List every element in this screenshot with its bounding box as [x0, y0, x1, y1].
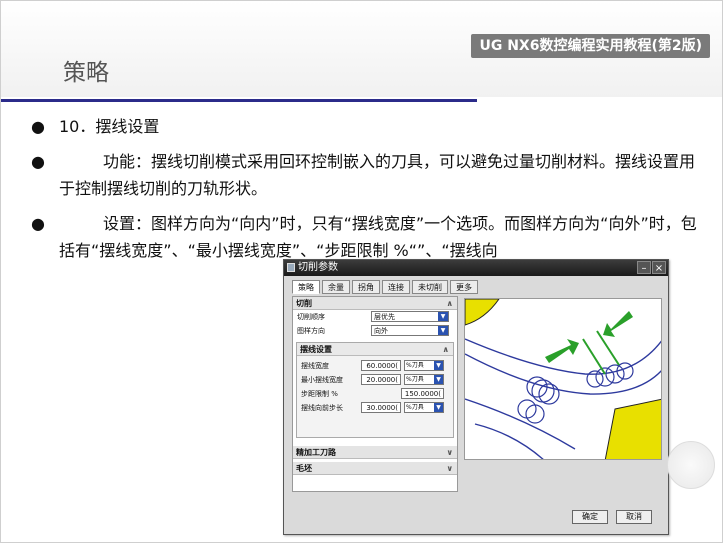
decorative-emblem-icon — [667, 441, 715, 489]
section-blank-label: 毛坯 — [296, 464, 312, 473]
cut-order-select[interactable]: 层优先 ▼ — [371, 311, 449, 322]
stepover-limit-row: 步距限制 % 150.0000( — [297, 387, 453, 401]
trochoid-illustration — [465, 299, 661, 459]
trochoid-width-label: 摆线宽度 — [301, 362, 329, 370]
page-title: 策略 — [63, 60, 109, 86]
parameters-panel: 切削 ∧ 切削顺序 层优先 ▼ 图样方向 向外 ▼ 摆线设置 ∧ 摆线宽度 60… — [292, 296, 458, 492]
trochoid-width-unit: %刀具 — [406, 362, 424, 369]
trochoid-settings-group: 摆线设置 ∧ 摆线宽度 60.0000( %刀具 ▼ 最小摆线宽度 20.000… — [296, 342, 454, 438]
bullet-item: ● 设置：图样方向为“向内”时，只有“摆线宽度”一个选项。而图样方向为“向外”时… — [29, 210, 699, 264]
stepover-limit-label: 步距限制 % — [301, 390, 338, 398]
pattern-direction-value: 向外 — [374, 327, 388, 335]
trochoid-width-unit-select[interactable]: %刀具 ▼ — [404, 360, 444, 371]
section-finish-label: 精加工刀路 — [296, 448, 336, 457]
bullet-dot-icon: ● — [31, 214, 45, 233]
bullet-text: 设置：图样方向为“向内”时，只有“摆线宽度”一个选项。而图样方向为“向外”时，包… — [59, 214, 697, 260]
tab-uncut[interactable]: 未切削 — [412, 280, 448, 294]
bullet-list: ● 10．摆线设置 ● 功能：摆线切削模式采用回环控制嵌入的刀具，可以避免过量切… — [29, 113, 699, 272]
chevron-up-icon: ∧ — [442, 345, 450, 354]
cut-order-value: 层优先 — [374, 313, 395, 321]
dialog-titlebar[interactable]: 切削参数 – × — [284, 260, 668, 276]
title-divider — [1, 99, 477, 102]
toolpath-preview-image — [464, 298, 662, 460]
stepover-limit-input[interactable]: 150.0000( — [401, 388, 444, 399]
forward-step-unit-select[interactable]: %刀具 ▼ — [404, 402, 444, 413]
dialog-app-icon — [287, 263, 295, 272]
cut-parameters-dialog: 切削参数 – × 策略 余量 拐角 连接 未切削 更多 切削 ∧ 切削顺序 层优… — [283, 259, 669, 535]
pattern-direction-select[interactable]: 向外 ▼ — [371, 325, 449, 336]
forward-step-unit: %刀具 — [406, 404, 424, 411]
tab-corners[interactable]: 拐角 — [352, 280, 380, 294]
trochoid-width-input[interactable]: 60.0000( — [361, 360, 401, 371]
bullet-text: 功能：摆线切削模式采用回环控制嵌入的刀具，可以避免过量切削材料。摆线设置用于控制… — [59, 152, 696, 198]
forward-step-label: 摆线向前步长 — [301, 404, 343, 412]
tab-stock[interactable]: 余量 — [322, 280, 350, 294]
min-trochoid-width-label: 最小摆线宽度 — [301, 376, 343, 384]
chevron-down-icon: ▼ — [438, 326, 448, 335]
min-trochoid-width-input[interactable]: 20.0000( — [361, 374, 401, 385]
slide: UG NX6数控编程实用教程(第2版) 策略 ● 10．摆线设置 ● 功能：摆线… — [0, 0, 723, 543]
section-cut-label: 切削 — [296, 299, 312, 308]
chevron-down-icon: ∨ — [446, 464, 454, 473]
trochoid-settings-header[interactable]: 摆线设置 ∧ — [297, 343, 453, 356]
min-trochoid-width-unit-select[interactable]: %刀具 ▼ — [404, 374, 444, 385]
trochoid-width-row: 摆线宽度 60.0000( %刀具 ▼ — [297, 359, 453, 373]
bullet-dot-icon: ● — [31, 152, 45, 171]
chevron-down-icon: ▼ — [434, 403, 443, 412]
trochoid-settings-label: 摆线设置 — [300, 345, 332, 354]
cut-order-label: 切削顺序 — [297, 313, 325, 321]
cut-order-row: 切削顺序 层优先 ▼ — [293, 310, 457, 324]
section-blank-header[interactable]: 毛坯 ∨ — [293, 462, 457, 475]
section-cut-header[interactable]: 切削 ∧ — [293, 297, 457, 310]
tab-more[interactable]: 更多 — [450, 280, 478, 294]
chevron-down-icon: ▼ — [438, 312, 448, 321]
min-trochoid-width-row: 最小摆线宽度 20.0000( %刀具 ▼ — [297, 373, 453, 387]
chevron-down-icon: ∨ — [446, 448, 454, 457]
cancel-button[interactable]: 取消 — [616, 510, 652, 524]
pattern-direction-label: 图样方向 — [297, 327, 325, 335]
tab-strategy[interactable]: 策略 — [292, 280, 320, 294]
bullet-text: 10．摆线设置 — [59, 117, 160, 136]
forward-step-input[interactable]: 30.0000( — [361, 402, 401, 413]
bullet-item: ● 10．摆线设置 — [29, 113, 699, 140]
bullet-dot-icon: ● — [31, 117, 45, 136]
tab-connections[interactable]: 连接 — [382, 280, 410, 294]
minimize-icon[interactable]: – — [637, 261, 651, 274]
ok-button[interactable]: 确定 — [572, 510, 608, 524]
bullet-item: ● 功能：摆线切削模式采用回环控制嵌入的刀具，可以避免过量切削材料。摆线设置用于… — [29, 148, 699, 202]
dialog-title: 切削参数 — [298, 262, 338, 273]
close-icon[interactable]: × — [652, 261, 666, 274]
chevron-down-icon: ▼ — [434, 361, 443, 370]
dialog-tabs: 策略 余量 拐角 连接 未切削 更多 — [292, 280, 668, 296]
pattern-direction-row: 图样方向 向外 ▼ — [293, 324, 457, 338]
min-trochoid-width-unit: %刀具 — [406, 376, 424, 383]
brand-label: UG NX6数控编程实用教程(第2版) — [471, 34, 710, 58]
chevron-down-icon: ▼ — [434, 375, 443, 384]
forward-step-row: 摆线向前步长 30.0000( %刀具 ▼ — [297, 401, 453, 415]
section-finish-header[interactable]: 精加工刀路 ∨ — [293, 446, 457, 459]
chevron-up-icon: ∧ — [446, 299, 454, 308]
